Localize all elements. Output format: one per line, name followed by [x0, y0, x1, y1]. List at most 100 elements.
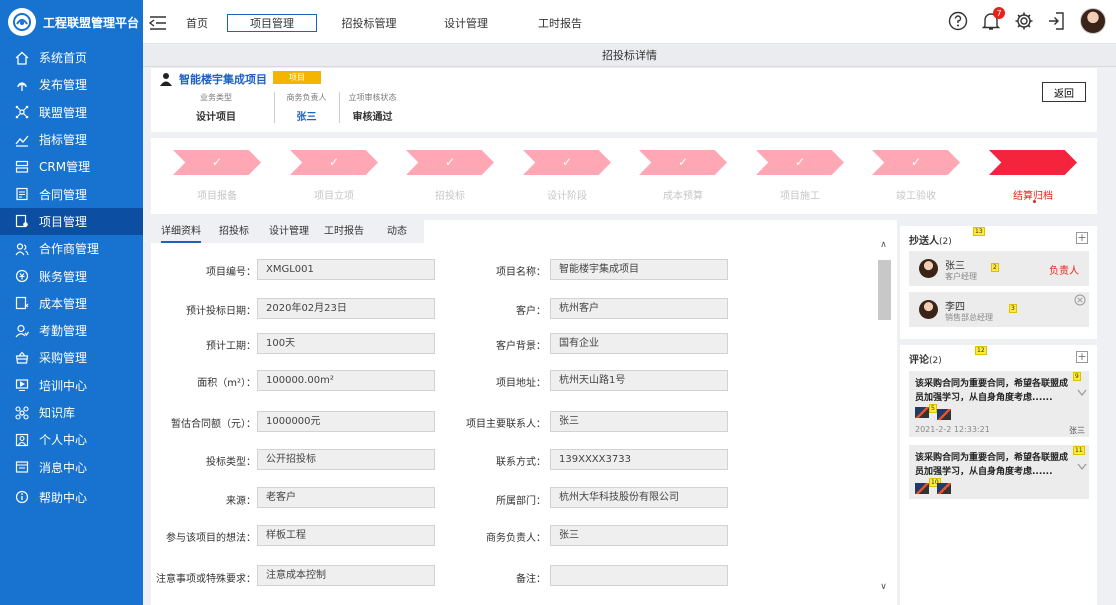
back-button[interactable]: 返回 — [1042, 82, 1086, 102]
sidebar-item-label: 联盟管理 — [39, 105, 88, 120]
annotation-badge: 9 — [1073, 372, 1081, 381]
meta-label: 业务类型 — [200, 93, 232, 102]
meta-business-owner: 商务负责人 张三 — [274, 92, 338, 123]
sidebar-item-partner[interactable]: 合作商管理 — [0, 235, 143, 262]
detail-tabs: 详细资料 招投标 设计管理 工时报告 动态 — [151, 220, 424, 243]
sidebar-item-help[interactable]: 帮助中心 — [0, 484, 143, 511]
remove-icon[interactable] — [1074, 294, 1086, 306]
remarks-field[interactable] — [550, 565, 728, 586]
top-tabs: 首页 项目管理 招投标管理 设计管理 工时报告 — [175, 14, 609, 32]
message-icon — [14, 459, 30, 475]
tab-activity[interactable]: 动态 — [387, 220, 407, 243]
attachment-thumbnail[interactable] — [937, 409, 951, 420]
add-cc-button[interactable]: + — [1076, 232, 1088, 244]
sidebar-item-contract[interactable]: 合同管理 — [0, 180, 143, 207]
area-field[interactable]: 100000.00m² — [257, 370, 435, 391]
sidebar-item-crm[interactable]: CRM管理 — [0, 153, 143, 180]
special-requirements-field[interactable]: 注意成本控制 — [257, 565, 435, 586]
meta-label: 立项审核状态 — [348, 93, 397, 102]
tab-details[interactable]: 详细资料 — [161, 220, 201, 243]
field-label: 商务负责人： — [486, 533, 546, 544]
tab-timesheet[interactable]: 工时报告 — [324, 220, 364, 243]
cc-person-name: 张三 — [945, 261, 965, 272]
sidebar-item-label: 成本管理 — [39, 296, 88, 311]
chevron-down-icon[interactable] — [1077, 461, 1087, 470]
project-code-field[interactable]: XMGL001 — [257, 259, 435, 280]
sidebar-item-profile[interactable]: 个人中心 — [0, 426, 143, 453]
step-label: 项目施工 — [780, 191, 820, 202]
sidebar-item-alliance[interactable]: 联盟管理 — [0, 99, 143, 126]
tab-home[interactable]: 首页 — [175, 14, 223, 32]
comment-item[interactable]: 该采购合同为重要合同，希望各联盟成员加强学习，从自身角度考虑...... 11 … — [909, 445, 1089, 499]
menu-collapse-icon[interactable] — [148, 15, 167, 31]
step-arrow: ✓ — [523, 150, 611, 175]
cc-person-card[interactable]: 张三 客户经理 2 负责人 — [909, 251, 1089, 286]
meta-value: 设计项目 — [196, 112, 236, 123]
sidebar-item-attendance[interactable]: 考勤管理 — [0, 317, 143, 344]
tab-bidding[interactable]: 招投标 — [219, 220, 249, 243]
step-arrow: ✓ — [406, 150, 494, 175]
business-owner-field[interactable]: 张三 — [550, 525, 728, 546]
address-field[interactable]: 杭州天山路1号 — [550, 370, 728, 391]
sidebar-item-training[interactable]: 培训中心 — [0, 372, 143, 399]
logout-icon[interactable] — [1046, 10, 1068, 32]
attachment-thumbnail[interactable] — [915, 483, 929, 494]
comment-item[interactable]: 该采购合同为重要合同，希望各联盟成员加强学习，从自身角度考虑...... 9 5… — [909, 371, 1089, 437]
scroll-down-icon[interactable]: ∨ — [876, 582, 891, 594]
sidebar-item-publish[interactable]: 发布管理 — [0, 71, 143, 98]
sidebar-item-cost[interactable]: 成本管理 — [0, 290, 143, 317]
bid-type-field[interactable]: 公开招投标 — [257, 449, 435, 470]
customer-background-field[interactable]: 国有企业 — [550, 333, 728, 354]
tab-bidding[interactable]: 招投标管理 — [321, 14, 417, 32]
purchase-icon — [14, 350, 30, 366]
sidebar-item-home[interactable]: 系统首页 — [0, 44, 143, 71]
sidebar-item-knowledge[interactable]: 知识库 — [0, 399, 143, 426]
duration-field[interactable]: 100天 — [257, 333, 435, 354]
user-avatar[interactable] — [1080, 8, 1106, 34]
cc-title-text: 抄送人 — [909, 236, 939, 247]
meta-business-type: 业务类型 设计项目 — [181, 92, 251, 123]
sidebar-item-purchase[interactable]: 采购管理 — [0, 344, 143, 371]
help-icon[interactable] — [947, 10, 969, 32]
main-contact-field[interactable]: 张三 — [550, 411, 728, 432]
cc-count: (2) — [939, 237, 952, 247]
annotation-badge: 13 — [973, 227, 985, 236]
attachment-thumbnail[interactable] — [915, 407, 929, 418]
tab-project-management[interactable]: 项目管理 — [227, 14, 317, 32]
meta-value[interactable]: 张三 — [275, 108, 338, 123]
scroll-up-icon[interactable]: ∧ — [876, 240, 891, 252]
current-step-dot — [1033, 200, 1036, 203]
detail-scrollbar[interactable]: ∧ ∨ — [876, 240, 891, 592]
source-field[interactable]: 老客户 — [257, 487, 435, 508]
tab-design[interactable]: 设计管理 — [421, 14, 511, 32]
tab-design[interactable]: 设计管理 — [269, 220, 309, 243]
chevron-down-icon[interactable] — [1077, 387, 1087, 396]
notification-bell-icon[interactable]: 7 — [980, 7, 1005, 32]
sidebar-item-label: 考勤管理 — [39, 324, 88, 339]
bid-date-field[interactable]: 2020年02月23日 — [257, 298, 435, 319]
knowledge-icon — [14, 405, 30, 421]
field-label: 项目编号： — [206, 267, 256, 278]
publish-icon — [14, 77, 30, 93]
gear-icon[interactable] — [1013, 10, 1035, 32]
sidebar-item-finance[interactable]: 账务管理 — [0, 262, 143, 289]
sidebar-item-messages[interactable]: 消息中心 — [0, 453, 143, 480]
cc-person-card[interactable]: 李四 销售部总经理 3 — [909, 292, 1089, 327]
tab-timesheet[interactable]: 工时报告 — [515, 14, 605, 32]
notification-count: 7 — [993, 7, 1005, 19]
contract-amount-field[interactable]: 1000000元 — [257, 411, 435, 432]
step-arrow: ✓ — [173, 150, 261, 175]
scroll-thumb[interactable] — [878, 260, 891, 320]
department-field[interactable]: 杭州大华科技股份有限公司 — [550, 487, 728, 508]
sidebar-item-metrics[interactable]: 指标管理 — [0, 126, 143, 153]
attachment-thumbnail[interactable] — [937, 483, 951, 494]
contact-phone-field[interactable]: 139XXXX3733 — [550, 449, 728, 470]
add-comment-button[interactable]: + — [1076, 351, 1088, 363]
project-idea-field[interactable]: 样板工程 — [257, 525, 435, 546]
brand: 工程联盟管理平台 — [0, 0, 143, 44]
customer-field[interactable]: 杭州客户 — [550, 298, 728, 319]
user-icon — [14, 432, 30, 448]
field-label: 参与该项目的想法： — [166, 533, 256, 544]
sidebar-item-project[interactable]: 项目管理 — [0, 207, 143, 236]
project-name-field[interactable]: 智能楼宇集成项目 — [550, 259, 728, 280]
